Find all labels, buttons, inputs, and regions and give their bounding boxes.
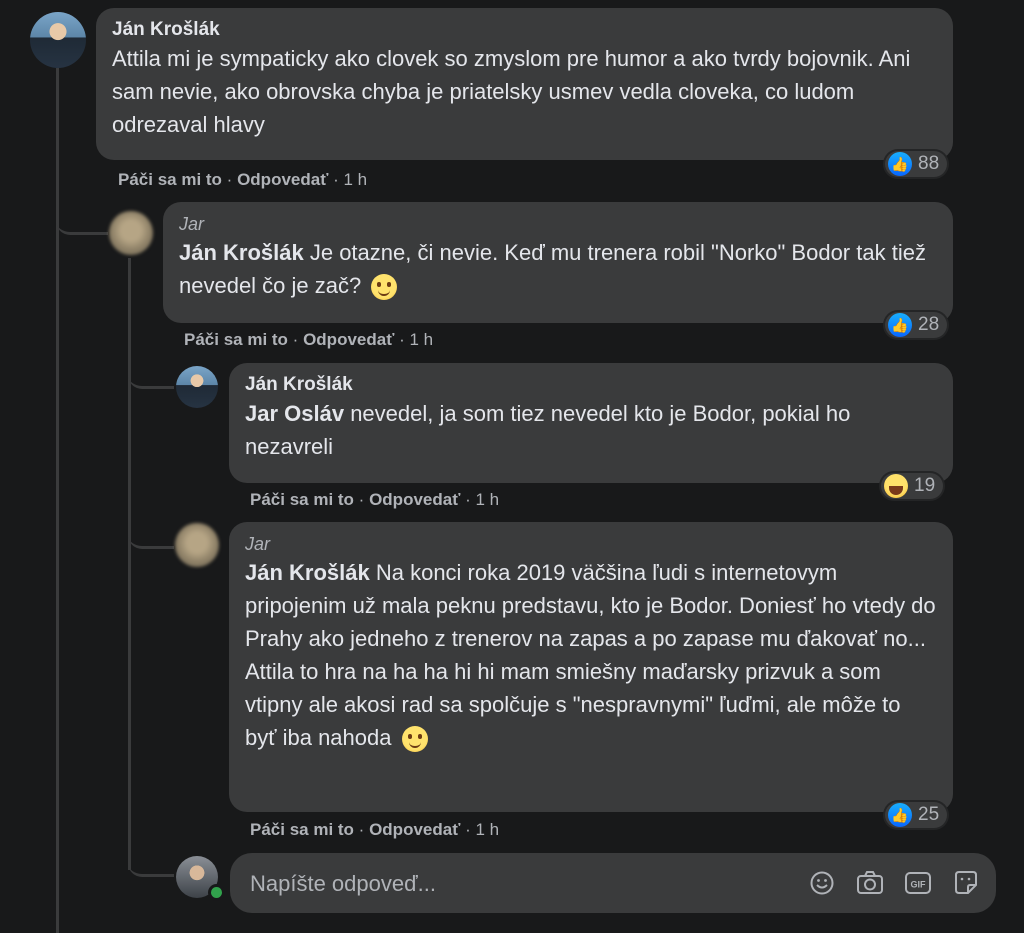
timestamp[interactable]: 1 h (476, 820, 500, 839)
comment-author[interactable]: Jar (245, 532, 937, 556)
comment-actions: Páči sa mi to · Odpovedať · 1 h (118, 170, 367, 190)
avatar[interactable] (109, 211, 153, 255)
separator: · (292, 330, 299, 349)
like-link[interactable]: Páči sa mi to (118, 170, 222, 189)
emoji-icon[interactable] (808, 869, 836, 897)
separator: · (358, 820, 365, 839)
comment-actions: Páči sa mi to · Odpovedať · 1 h (250, 820, 499, 840)
comment-bubble: Ján Krošlák Jar Osláv nevedel, ja som ti… (229, 363, 953, 483)
comment-text: Ján Krošlák Na konci roka 2019 väčšina ľ… (245, 556, 937, 754)
mention-link[interactable]: Ján Krošlák (179, 240, 304, 265)
comment-author[interactable]: Ján Krošlák (112, 18, 937, 42)
comment-bubble: Jar Ján Krošlák Na konci roka 2019 väčši… (229, 522, 953, 812)
comment-author[interactable]: Ján Krošlák (245, 373, 937, 397)
reply-link[interactable]: Odpovedať (237, 170, 328, 189)
reaction-summary[interactable]: 👍 25 (885, 802, 948, 828)
like-reaction-icon: 👍 (888, 313, 912, 337)
reaction-count: 25 (918, 804, 940, 825)
reply-link[interactable]: Odpovedať (369, 820, 460, 839)
camera-icon[interactable] (856, 869, 884, 897)
reaction-count: 19 (914, 475, 936, 496)
comment-actions: Páči sa mi to · Odpovedať · 1 h (184, 330, 433, 350)
like-link[interactable]: Páči sa mi to (184, 330, 288, 349)
like-link[interactable]: Páči sa mi to (250, 490, 354, 509)
separator: · (333, 170, 339, 189)
reaction-count: 88 (918, 153, 940, 174)
comment-body: Na konci roka 2019 väčšina ľudi s intern… (245, 560, 936, 750)
comment-bubble: Ján Krošlák Attila mi je sympaticky ako … (96, 8, 953, 160)
reply-link[interactable]: Odpovedať (303, 330, 394, 349)
reaction-summary[interactable]: 19 (881, 473, 944, 499)
timestamp[interactable]: 1 h (344, 170, 368, 189)
sticker-icon[interactable] (952, 869, 980, 897)
separator: · (465, 490, 471, 509)
reaction-summary[interactable]: 👍 88 (885, 151, 948, 177)
reaction-summary[interactable]: 👍 28 (885, 312, 948, 338)
comment-bubble: Jar Ján Krošlák Je otazne, či nevie. Keď… (163, 202, 953, 323)
like-link[interactable]: Páči sa mi to (250, 820, 354, 839)
timestamp[interactable]: 1 h (476, 490, 500, 509)
haha-reaction-icon (884, 474, 908, 498)
mention-link[interactable]: Jar Osláv (245, 401, 344, 426)
comment-author[interactable]: Jar (179, 212, 937, 236)
reply-link[interactable]: Odpovedať (369, 490, 460, 509)
thread-branch-2 (128, 350, 174, 389)
online-status-dot (208, 884, 225, 901)
reply-composer: GIF (230, 853, 996, 913)
comment-text: Ján Krošlák Je otazne, či nevie. Keď mu … (179, 236, 937, 302)
avatar[interactable] (176, 366, 218, 408)
like-reaction-icon: 👍 (888, 803, 912, 827)
mention-link[interactable]: Ján Krošlák (245, 560, 370, 585)
like-reaction-icon: 👍 (888, 152, 912, 176)
separator: · (226, 170, 233, 189)
comment-actions: Páči sa mi to · Odpovedať · 1 h (250, 490, 499, 510)
timestamp[interactable]: 1 h (410, 330, 434, 349)
thread-branch-1 (56, 190, 108, 235)
reply-input[interactable] (248, 866, 732, 902)
comment-text: Attila mi je sympaticky ako clovek so zm… (112, 46, 911, 137)
thread-branch-4 (128, 836, 174, 877)
thread-branch-3 (128, 510, 174, 549)
smile-emoji-icon (371, 274, 398, 301)
gif-icon[interactable]: GIF (904, 869, 932, 897)
comment-text: Jar Osláv nevedel, ja som tiez nevedel k… (245, 397, 937, 463)
avatar[interactable] (30, 12, 86, 68)
wink-emoji-icon (401, 726, 428, 753)
separator: · (358, 490, 365, 509)
svg-text:GIF: GIF (911, 880, 927, 890)
reaction-count: 28 (918, 314, 940, 335)
separator: · (399, 330, 405, 349)
separator: · (465, 820, 471, 839)
avatar[interactable] (175, 523, 219, 567)
